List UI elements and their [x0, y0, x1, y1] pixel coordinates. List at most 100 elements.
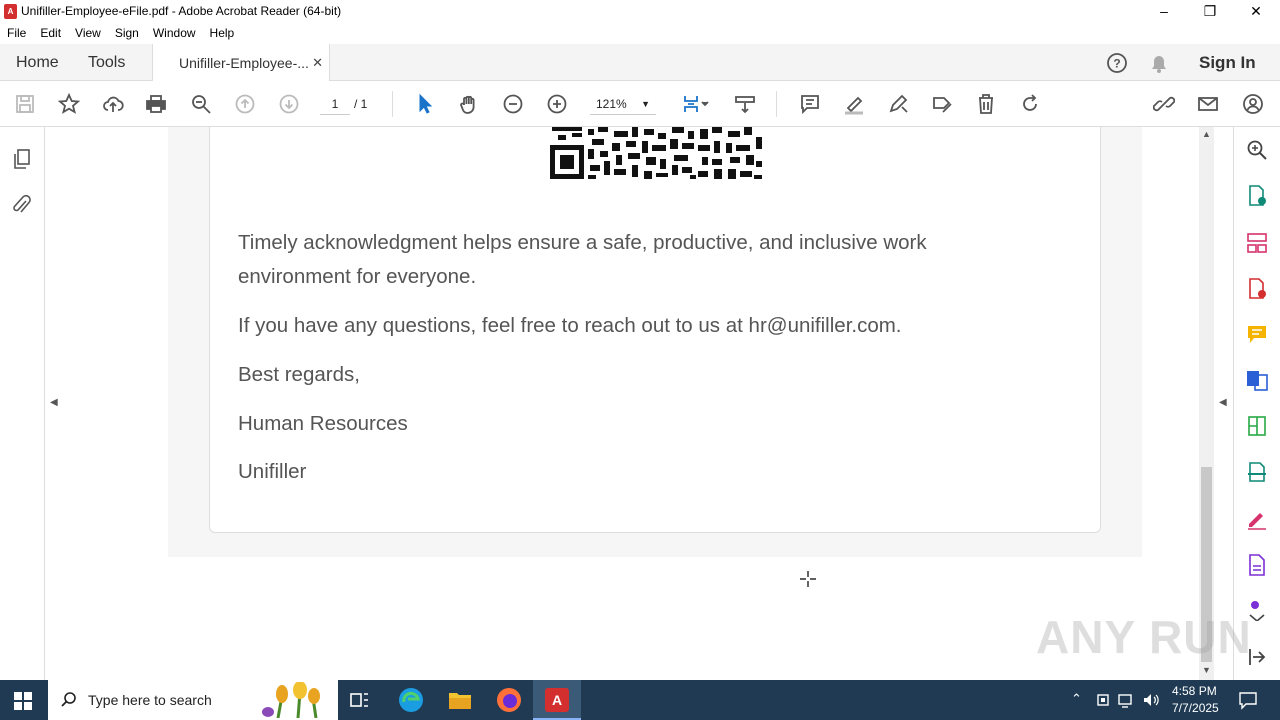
task-view-icon[interactable] [349, 690, 371, 710]
share-link-icon[interactable] [1149, 89, 1179, 119]
select-cursor-icon[interactable] [410, 89, 440, 119]
menu-bar: File Edit View Sign Window Help [0, 22, 1280, 44]
right-tools-panel [1233, 127, 1280, 680]
protect-document-icon[interactable] [1245, 553, 1269, 577]
save-icon[interactable] [10, 89, 40, 119]
menu-help[interactable]: Help [203, 26, 242, 40]
windows-start-icon[interactable] [14, 692, 32, 710]
scan-ocr-icon[interactable] [1245, 460, 1269, 484]
tray-device-icon[interactable] [1095, 692, 1111, 708]
delete-trash-icon[interactable] [971, 89, 1001, 119]
collapse-right-panel-icon[interactable]: ◀ [1219, 397, 1227, 408]
comment-icon[interactable] [795, 89, 825, 119]
search-icon [61, 692, 76, 707]
menu-view[interactable]: View [68, 26, 108, 40]
paragraph-acknowledgment-line2: environment for everyone. [238, 265, 477, 288]
clock-date[interactable]: 7/7/2025 [1172, 701, 1219, 715]
page-number-input[interactable]: 1 [320, 93, 350, 115]
search-placeholder: Type here to search [88, 692, 212, 708]
taskbar-acrobat-button[interactable]: A [533, 680, 581, 720]
watermark-text: ANY RUN [1036, 611, 1252, 663]
signature-department: Human Resources [238, 412, 408, 435]
tab-document[interactable]: Unifiller-Employee-... ✕ [152, 44, 330, 82]
notification-center-icon[interactable] [1238, 690, 1258, 710]
next-page-icon[interactable] [274, 89, 304, 119]
toolbar-divider [392, 91, 393, 117]
zoom-in-icon[interactable] [542, 89, 572, 119]
pdf-page: Timely acknowledgment helps ensure a saf… [209, 127, 1101, 533]
signature-company: Unifiller [238, 460, 307, 483]
scroll-down-arrow-icon[interactable]: ▼ [1202, 665, 1211, 675]
tab-bar: Home Tools Unifiller-Employee-... ✕ ? Si… [0, 44, 1280, 82]
combine-files-icon[interactable] [1245, 368, 1269, 392]
hand-tool-icon[interactable] [454, 89, 484, 119]
rotate-icon[interactable] [1015, 89, 1045, 119]
minimize-button[interactable]: – [1141, 0, 1187, 22]
vertical-scrollbar[interactable]: ▲ ▼ [1199, 127, 1214, 680]
page-total-label: / 1 [354, 97, 368, 111]
taskbar: Type here to search A ⌃ 4:58 PM 7/7/2025 [0, 680, 1280, 720]
sign-in-button[interactable]: Sign In [1199, 44, 1256, 81]
export-pdf-icon[interactable] [1245, 184, 1269, 208]
tab-home[interactable]: Home [16, 44, 59, 81]
file-explorer-icon[interactable] [447, 688, 473, 712]
notification-bell-icon[interactable] [1148, 51, 1170, 75]
menu-window[interactable]: Window [146, 26, 203, 40]
page-layout-icon[interactable] [678, 89, 714, 119]
bookmark-star-icon[interactable] [54, 89, 84, 119]
zoom-search-icon[interactable] [186, 89, 216, 119]
print-icon[interactable] [141, 89, 171, 119]
add-user-icon[interactable] [1238, 89, 1268, 119]
create-pdf-icon[interactable] [1245, 277, 1269, 301]
paragraph-contact: If you have any questions, feel free to … [238, 314, 902, 337]
document-viewport: ◀ Timely acknowledgment helps ensure a s… [45, 127, 1199, 680]
zoom-out-icon[interactable] [498, 89, 528, 119]
draw-pen-icon[interactable] [883, 89, 913, 119]
volume-speaker-icon[interactable] [1142, 692, 1160, 708]
attachment-paperclip-icon[interactable] [11, 193, 33, 217]
close-tab-icon[interactable]: ✕ [312, 55, 323, 71]
organize-pages-icon[interactable] [1245, 231, 1269, 255]
tab-document-label: Unifiller-Employee-... [179, 55, 309, 71]
collapse-left-arrow-icon[interactable]: ◀ [50, 397, 58, 408]
toolbar: 1 / 1 121% ▼ [0, 81, 1280, 127]
close-window-button[interactable]: ✕ [1233, 0, 1279, 22]
left-nav-panel: ◀ [0, 127, 58, 680]
taskbar-search-box[interactable]: Type here to search [48, 680, 338, 720]
title-bar: A Unifiller-Employee-eFile.pdf - Adobe A… [0, 0, 1280, 22]
clock-time[interactable]: 4:58 PM [1172, 684, 1217, 698]
crosshair-cursor-icon [800, 571, 816, 587]
svg-text:?: ? [1113, 57, 1120, 71]
zoom-level-value: 121% [596, 96, 627, 111]
chevron-down-icon: ▼ [641, 98, 650, 109]
acrobat-app-icon: A [4, 3, 17, 19]
firefox-browser-icon[interactable] [496, 687, 522, 713]
previous-page-icon[interactable] [230, 89, 260, 119]
edge-browser-icon[interactable] [398, 687, 424, 713]
window-title: Unifiller-Employee-eFile.pdf - Adobe Acr… [21, 4, 342, 18]
email-icon[interactable] [1193, 89, 1223, 119]
scroll-mode-icon[interactable] [730, 89, 760, 119]
paragraph-acknowledgment-line1: Timely acknowledgment helps ensure a saf… [238, 231, 927, 254]
highlight-pen-icon[interactable] [839, 89, 869, 119]
tray-chevron-up-icon[interactable]: ⌃ [1071, 691, 1082, 707]
page-thumbnails-icon[interactable] [11, 147, 33, 171]
fill-and-sign-icon[interactable] [1245, 507, 1269, 531]
menu-edit[interactable]: Edit [33, 26, 68, 40]
tab-tools[interactable]: Tools [88, 44, 125, 81]
help-icon[interactable]: ? [1105, 51, 1129, 75]
scroll-up-arrow-icon[interactable]: ▲ [1202, 129, 1211, 139]
maximize-button[interactable]: ❐ [1187, 0, 1233, 22]
zoom-level-select[interactable]: 121% ▼ [590, 93, 656, 115]
network-icon[interactable] [1118, 692, 1136, 708]
menu-file[interactable]: File [0, 26, 33, 40]
upload-cloud-icon[interactable] [98, 89, 128, 119]
edit-pdf-icon[interactable] [1245, 414, 1269, 438]
menu-sign[interactable]: Sign [108, 26, 146, 40]
closing-text: Best regards, [238, 363, 360, 386]
comment-tool-icon[interactable] [1245, 323, 1269, 347]
search-icon[interactable] [1245, 138, 1269, 162]
fill-sign-icon[interactable] [927, 89, 957, 119]
qr-code-image [550, 127, 762, 179]
acrobat-reader-icon: A [545, 688, 569, 712]
